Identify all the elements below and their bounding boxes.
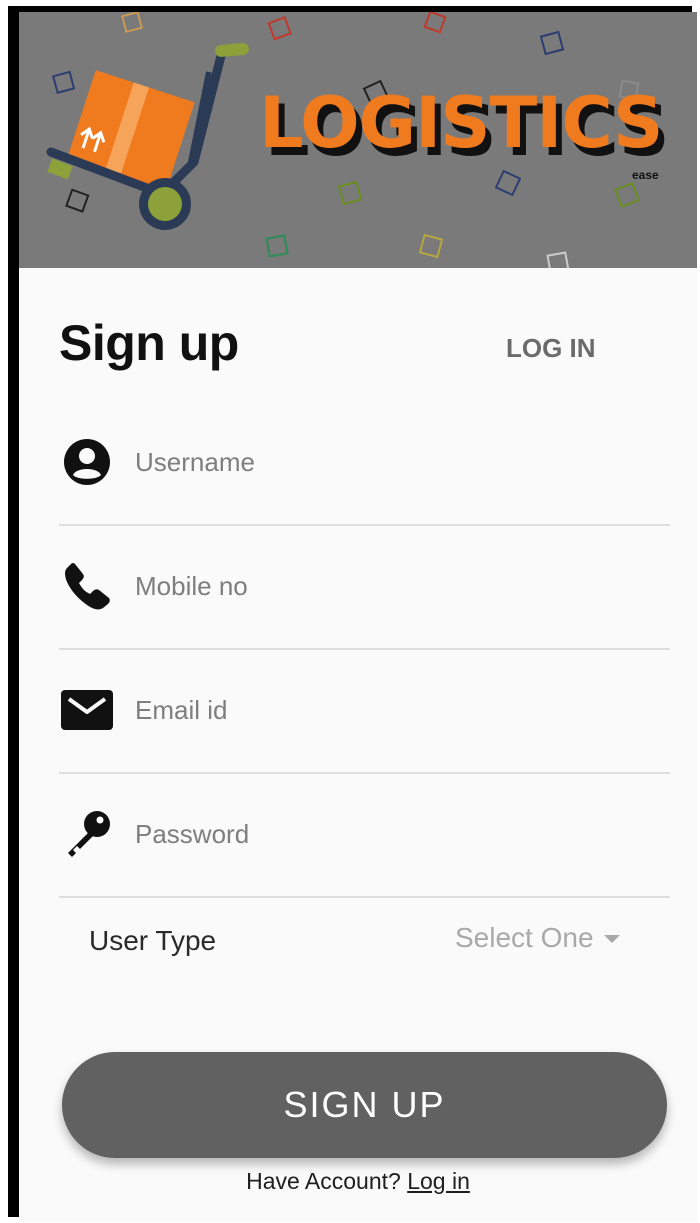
phone-icon bbox=[59, 524, 115, 648]
account-circle-icon bbox=[59, 400, 115, 524]
user-type-value: Select One bbox=[455, 922, 594, 953]
have-account-text: Have Account? bbox=[246, 1168, 401, 1194]
page-title: Sign up bbox=[59, 315, 239, 371]
password-input[interactable] bbox=[135, 802, 655, 866]
password-field bbox=[59, 772, 670, 898]
envelope-icon bbox=[59, 648, 115, 772]
logo-tagline: ease bbox=[632, 168, 659, 182]
login-link[interactable]: Log in bbox=[407, 1168, 470, 1194]
username-input[interactable] bbox=[135, 430, 655, 494]
key-icon bbox=[59, 772, 115, 896]
logo-text: LOGISTICS bbox=[259, 82, 663, 164]
footer-login-prompt: Have Account? Log in bbox=[19, 1168, 697, 1195]
sign-up-button[interactable]: SIGN UP bbox=[62, 1052, 667, 1158]
header-banner: LOGISTICS LOGISTICS ease bbox=[19, 12, 697, 268]
mobile-field bbox=[59, 524, 670, 650]
mobile-input[interactable] bbox=[135, 554, 655, 618]
user-type-label: User Type bbox=[89, 925, 217, 956]
user-type-select[interactable]: Select One bbox=[455, 922, 620, 954]
email-input[interactable] bbox=[135, 678, 655, 742]
email-field bbox=[59, 648, 670, 774]
chevron-down-icon bbox=[603, 935, 620, 943]
login-tab-button[interactable]: LOG IN bbox=[506, 333, 596, 364]
username-field bbox=[59, 400, 670, 526]
signup-screen: LOGISTICS LOGISTICS ease Sign up LOG IN bbox=[19, 12, 697, 1222]
brand-logo: LOGISTICS LOGISTICS ease bbox=[259, 82, 679, 192]
